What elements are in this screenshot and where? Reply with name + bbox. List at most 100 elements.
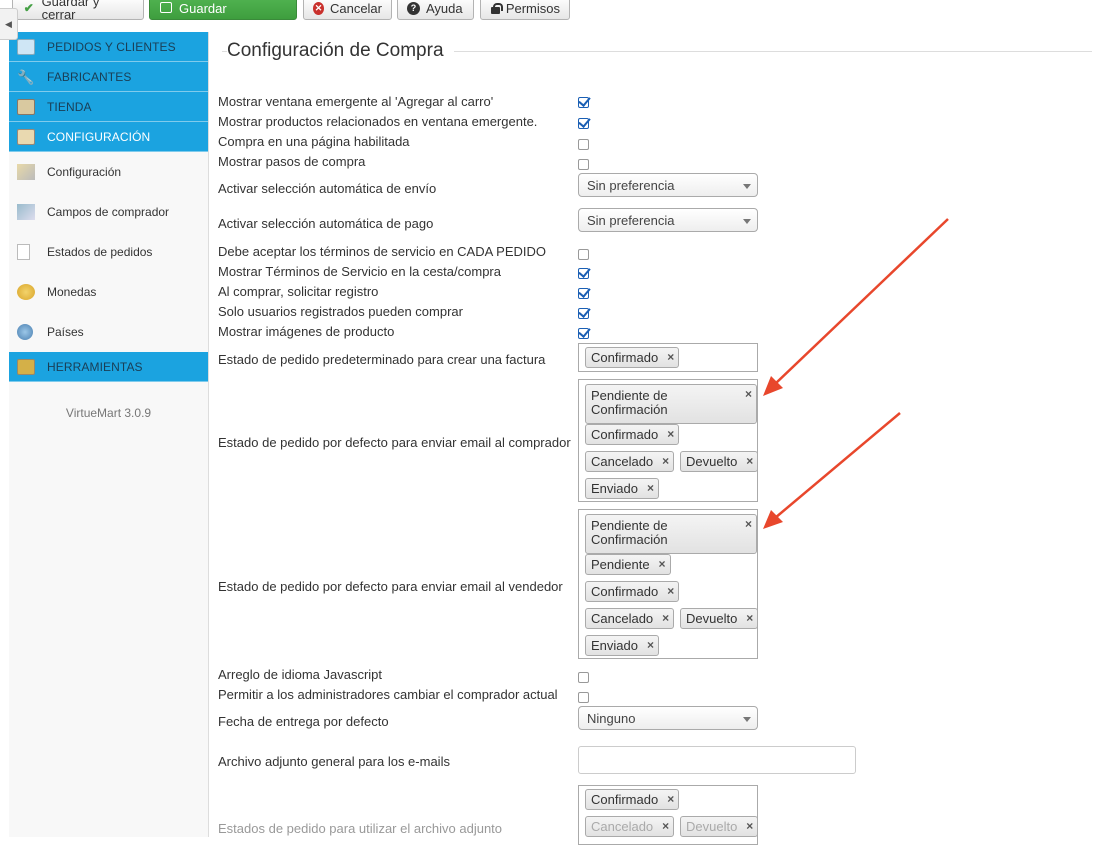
- row-label-onepage: Compra en una página habilitada: [218, 134, 410, 149]
- sidebar-collapse-toggle[interactable]: ◀: [0, 8, 18, 40]
- checkout-steps-checkbox[interactable]: [578, 159, 589, 170]
- remove-chip-icon[interactable]: ×: [745, 388, 752, 401]
- sidebar-item-currencies[interactable]: Monedas: [9, 272, 208, 312]
- toolbox-icon: [17, 358, 35, 375]
- row-label-attachment: Archivo adjunto general para los e-mails: [218, 754, 450, 769]
- registered-only-checkbox[interactable]: [578, 308, 589, 319]
- remove-chip-icon[interactable]: ×: [667, 428, 674, 441]
- row-label-js-fix: Arreglo de idioma Javascript: [218, 667, 383, 682]
- remove-chip-icon[interactable]: ×: [667, 351, 674, 364]
- edit-icon: [159, 1, 173, 15]
- row-label-popup: Mostrar ventana emergente al 'Agregar al…: [218, 94, 494, 109]
- tos-each-order-checkbox[interactable]: [578, 249, 589, 260]
- sidebar-item-label: Monedas: [47, 285, 97, 299]
- vendor-email-status-multiselect[interactable]: Pendiente de Confirmación × Pendiente × Co…: [578, 509, 759, 659]
- remove-chip-icon[interactable]: ×: [647, 639, 654, 652]
- chip-label: Cancelado: [591, 819, 654, 834]
- chip-label: Confirmado: [591, 427, 659, 442]
- sidebar-item-shopper-fields[interactable]: Campos de comprador: [9, 192, 208, 232]
- status-chip: Pendiente ×: [585, 554, 671, 575]
- row-label-attachment-status: Estados de pedido para utilizar el archi…: [218, 821, 503, 836]
- chip-label: Pendiente: [591, 557, 650, 572]
- status-chip: Devuelto ×: [680, 608, 759, 629]
- auto-shipment-value: Sin preferencia: [587, 178, 675, 193]
- save-close-button[interactable]: ✔ Guardar y cerrar: [12, 0, 144, 22]
- sidebar-section-label: PEDIDOS Y CLIENTES: [47, 39, 176, 54]
- tos-cart-checkbox[interactable]: [578, 268, 589, 279]
- status-chip: Confirmado ×: [585, 789, 680, 810]
- status-chip: Confirmado ×: [585, 347, 680, 368]
- registration-checkbox[interactable]: [578, 288, 589, 299]
- sidebar-item-configuration[interactable]: Configuración: [9, 152, 208, 192]
- remove-chip-icon[interactable]: ×: [659, 558, 666, 571]
- chip-label: Pendiente de Confirmación: [591, 388, 668, 417]
- auto-shipment-select[interactable]: Sin preferencia: [578, 173, 758, 197]
- attachment-input[interactable]: [578, 746, 856, 774]
- sidebar-section-label: FABRICANTES: [47, 69, 132, 84]
- status-chip: Devuelto ×: [680, 451, 759, 472]
- row-label-invoice-status: Estado de pedido predeterminado para cre…: [218, 352, 546, 367]
- form-icon: [17, 204, 35, 220]
- globe-icon: [17, 324, 33, 340]
- remove-chip-icon[interactable]: ×: [667, 585, 674, 598]
- sidebar-item-order-statuses[interactable]: Estados de pedidos: [9, 232, 208, 272]
- row-label-related: Mostrar productos relacionados en ventan…: [218, 114, 538, 129]
- row-label-registered-only: Solo usuarios registrados pueden comprar: [218, 304, 463, 319]
- status-chip: Confirmado ×: [585, 424, 680, 445]
- status-chip: Pendiente de Confirmación ×: [585, 514, 757, 554]
- save-close-label: Guardar y cerrar: [41, 0, 100, 22]
- version-text: VirtueMart 3.0.9: [65, 406, 152, 420]
- check-icon: ✔: [23, 1, 34, 15]
- row-label-vendor-email: Estado de pedido por defecto para enviar…: [218, 579, 563, 594]
- js-language-fix-checkbox[interactable]: [578, 672, 589, 683]
- remove-chip-icon[interactable]: ×: [662, 612, 669, 625]
- remove-chip-icon[interactable]: ×: [647, 482, 654, 495]
- popup-checkbox[interactable]: [578, 97, 589, 108]
- row-label-tos-cart: Mostrar Términos de Servicio en la cesta…: [218, 264, 501, 279]
- attachment-status-multiselect[interactable]: Confirmado × Cancelado × Devuelto ×: [578, 785, 759, 845]
- status-chip: Cancelado ×: [585, 451, 675, 472]
- change-shopper-checkbox[interactable]: [578, 692, 589, 703]
- sidebar-section-manufacturers[interactable]: 🔧 FABRICANTES: [9, 62, 208, 92]
- onepage-checkbox[interactable]: [578, 139, 589, 150]
- chip-label: Confirmado: [591, 350, 659, 365]
- status-chip: Cancelado ×: [585, 608, 675, 629]
- remove-chip-icon[interactable]: ×: [662, 820, 669, 833]
- sidebar-section-store[interactable]: TIENDA: [9, 92, 208, 122]
- status-chip: Cancelado ×: [585, 816, 675, 837]
- row-label-auto-shipment: Activar selección automática de envío: [218, 181, 437, 196]
- remove-chip-icon[interactable]: ×: [662, 455, 669, 468]
- chip-label: Confirmado: [591, 584, 659, 599]
- sidebar-item-countries[interactable]: Países: [9, 312, 208, 352]
- row-label-shopper-email: Estado de pedido por defecto para enviar…: [218, 435, 571, 450]
- chip-label: Cancelado: [591, 454, 654, 469]
- document-icon: [17, 244, 30, 260]
- row-label-delivery-date: Fecha de entrega por defecto: [218, 714, 389, 729]
- caret-down-icon: [743, 219, 751, 224]
- chip-label: Enviado: [591, 481, 638, 496]
- sidebar-section-configuration[interactable]: CONFIGURACIÓN: [9, 122, 208, 152]
- product-images-checkbox[interactable]: [578, 328, 589, 339]
- related-products-checkbox[interactable]: [578, 118, 589, 129]
- page-title: Configuración de Compra: [227, 40, 454, 62]
- remove-chip-icon[interactable]: ×: [667, 793, 674, 806]
- form-area: Mostrar ventana emergente al 'Agregar al…: [212, 0, 1095, 845]
- tools-icon: [17, 164, 35, 180]
- store-icon: [17, 98, 35, 115]
- row-label-change-shopper: Permitir a los administradores cambiar e…: [218, 687, 558, 702]
- delivery-date-select[interactable]: Ninguno: [578, 706, 758, 730]
- auto-payment-select[interactable]: Sin preferencia: [578, 208, 758, 232]
- row-label-registration: Al comprar, solicitar registro: [218, 284, 379, 299]
- remove-chip-icon[interactable]: ×: [746, 455, 753, 468]
- invoice-status-multiselect[interactable]: Confirmado ×: [578, 343, 758, 372]
- remove-chip-icon[interactable]: ×: [746, 820, 753, 833]
- status-chip: Enviado ×: [585, 478, 659, 499]
- shopper-email-status-multiselect[interactable]: Pendiente de Confirmación × Confirmado × C…: [578, 379, 759, 502]
- remove-chip-icon[interactable]: ×: [745, 518, 752, 531]
- sidebar-section-orders[interactable]: PEDIDOS Y CLIENTES: [9, 32, 208, 62]
- sidebar-section-label: TIENDA: [47, 99, 92, 114]
- remove-chip-icon[interactable]: ×: [746, 612, 753, 625]
- sidebar-section-tools[interactable]: HERRAMIENTAS: [9, 352, 208, 382]
- status-chip: Pendiente de Confirmación ×: [585, 384, 757, 424]
- status-chip: Confirmado ×: [585, 581, 680, 602]
